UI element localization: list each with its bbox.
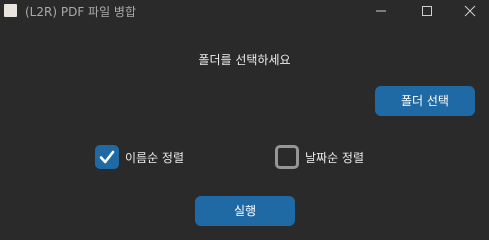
sort-by-date-checkbox[interactable]: 날짜순 정렬 [275, 145, 405, 170]
maximize-button[interactable] [404, 0, 450, 22]
app-window: (L2R) PDF 파일 병합 폴더를 선택하세요 폴더 선택 이름순 정렬 날… [0, 0, 489, 239]
checkbox-box-unchecked[interactable] [275, 145, 299, 169]
run-button[interactable]: 실행 [195, 196, 295, 226]
sort-by-date-label: 날짜순 정렬 [305, 151, 365, 165]
select-folder-button[interactable]: 폴더 선택 [375, 86, 475, 116]
title-bar[interactable]: (L2R) PDF 파일 병합 [0, 0, 489, 22]
window-title: (L2R) PDF 파일 병합 [25, 5, 137, 19]
checkmark-icon [99, 150, 115, 164]
app-icon [4, 4, 17, 17]
folder-prompt-label: 폴더를 선택하세요 [198, 53, 291, 67]
close-button[interactable] [447, 0, 489, 22]
sort-by-name-label: 이름순 정렬 [125, 151, 185, 165]
maximize-icon [422, 6, 432, 16]
close-icon [464, 5, 476, 17]
minimize-icon [376, 10, 386, 12]
checkbox-box-checked[interactable] [95, 145, 119, 169]
minimize-button[interactable] [358, 0, 404, 22]
sort-by-name-checkbox[interactable]: 이름순 정렬 [95, 145, 225, 170]
